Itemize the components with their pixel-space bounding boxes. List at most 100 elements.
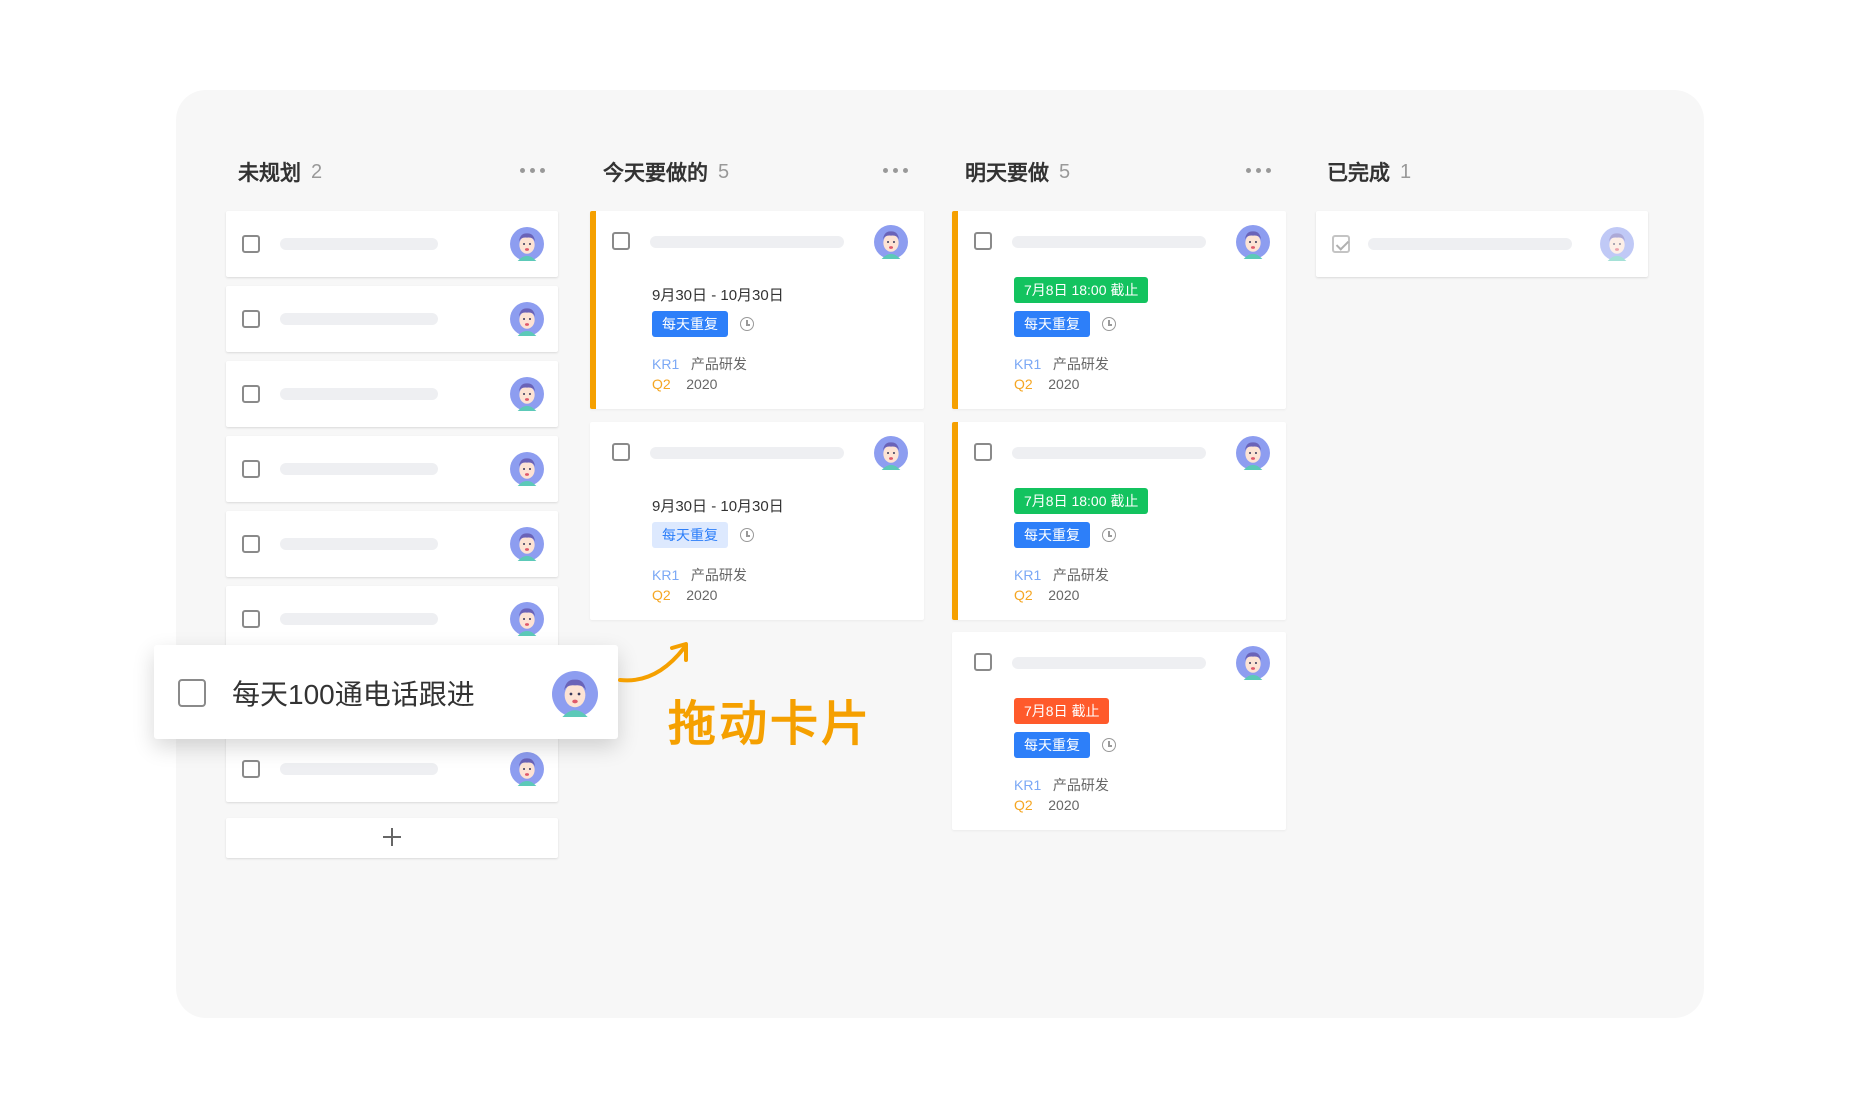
task-card[interactable] (226, 361, 558, 427)
clock-icon[interactable] (740, 528, 754, 542)
title-placeholder (280, 238, 438, 250)
plus-icon (383, 828, 401, 846)
task-card[interactable] (226, 211, 558, 277)
kr-value: 产品研发 (690, 567, 747, 583)
more-horizontal-icon[interactable] (883, 168, 909, 174)
clock-icon[interactable] (1102, 528, 1116, 542)
task-title: 每天100通电话跟进 (232, 679, 475, 710)
avatar-icon[interactable] (510, 377, 544, 411)
task-card-completed[interactable] (1316, 211, 1648, 277)
quarter-label: Q2 (652, 376, 671, 392)
checkbox-icon[interactable] (974, 232, 992, 250)
clock-icon[interactable] (1102, 738, 1116, 752)
quarter-row: Q2 2020 (652, 376, 717, 392)
checked-checkbox-icon[interactable] (1332, 235, 1350, 253)
task-card[interactable] (226, 736, 558, 802)
quarter-row: Q2 2020 (1014, 797, 1079, 813)
quarter-row: Q2 2020 (1014, 587, 1079, 603)
clock-icon[interactable] (1102, 317, 1116, 331)
checkbox-icon[interactable] (612, 232, 630, 250)
repeat-tag[interactable]: 每天重复 (1014, 522, 1090, 548)
avatar-icon[interactable] (510, 302, 544, 336)
year-value: 2020 (686, 587, 718, 603)
kr-label: KR1 (652, 356, 680, 372)
deadline-tag[interactable]: 7月8日 截止 (1014, 698, 1110, 724)
quarter-row: Q2 2020 (652, 587, 717, 603)
kr-label: KR1 (1014, 777, 1042, 793)
quarter-label: Q2 (1014, 587, 1033, 603)
task-card[interactable] (226, 511, 558, 577)
column-count: 5 (718, 160, 730, 183)
kr-row: KR1 产品研发 (1014, 354, 1109, 374)
task-card[interactable]: 9月30日 - 10月30日 每天重复 KR1 产品研发 Q2 2020 (590, 422, 924, 620)
task-card[interactable]: 7月8日 18:00 截止 每天重复 KR1 产品研发 Q2 2020 (952, 211, 1286, 409)
avatar-icon[interactable] (874, 436, 908, 470)
avatar-icon[interactable] (552, 671, 598, 717)
avatar-icon[interactable] (510, 452, 544, 486)
column-count: 5 (1059, 160, 1071, 183)
task-card[interactable] (226, 436, 558, 502)
column-header-today: 今天要做的 5 (603, 150, 729, 194)
title-placeholder (1012, 447, 1206, 459)
task-card[interactable]: 7月8日 截止 每天重复 KR1 产品研发 Q2 2020 (952, 632, 1286, 830)
title-placeholder (280, 388, 438, 400)
repeat-tag[interactable]: 每天重复 (652, 311, 728, 337)
quarter-row: Q2 2020 (1014, 376, 1079, 392)
title-placeholder (280, 463, 438, 475)
avatar-icon[interactable] (1236, 436, 1270, 470)
avatar-icon[interactable] (510, 752, 544, 786)
column-count: 1 (1400, 160, 1412, 183)
title-placeholder (280, 613, 438, 625)
drag-annotation: 拖动卡片 (668, 698, 873, 751)
checkbox-icon[interactable] (242, 535, 260, 553)
quarter-label: Q2 (1014, 797, 1033, 813)
column-title: 今天要做的 (603, 162, 708, 185)
date-range: 9月30日 - 10月30日 (652, 498, 784, 515)
avatar-icon[interactable] (510, 527, 544, 561)
more-horizontal-icon[interactable] (520, 168, 546, 174)
column-header-done: 已完成 1 (1327, 150, 1411, 194)
repeat-tag[interactable]: 每天重复 (1014, 732, 1090, 758)
column-title: 明天要做 (965, 162, 1049, 185)
avatar-icon[interactable] (1236, 225, 1270, 259)
avatar-icon[interactable] (510, 227, 544, 261)
title-placeholder (1012, 236, 1206, 248)
task-card[interactable] (226, 286, 558, 352)
avatar-icon[interactable] (1600, 227, 1634, 261)
more-horizontal-icon[interactable] (1246, 168, 1272, 174)
kr-value: 产品研发 (690, 356, 747, 372)
checkbox-icon[interactable] (242, 310, 260, 328)
checkbox-icon[interactable] (974, 653, 992, 671)
kr-row: KR1 产品研发 (1014, 565, 1109, 585)
kr-row: KR1 产品研发 (652, 354, 747, 374)
task-card[interactable] (226, 586, 558, 652)
column-header-unplanned: 未规划 2 (238, 150, 322, 194)
checkbox-icon[interactable] (242, 610, 260, 628)
deadline-tag[interactable]: 7月8日 18:00 截止 (1014, 488, 1149, 514)
checkbox-icon[interactable] (242, 460, 260, 478)
checkbox-icon[interactable] (974, 443, 992, 461)
kr-value: 产品研发 (1052, 356, 1109, 372)
kr-label: KR1 (1014, 567, 1042, 583)
column-title: 已完成 (1327, 162, 1390, 185)
title-placeholder (1368, 238, 1572, 250)
title-placeholder (650, 447, 844, 459)
deadline-tag[interactable]: 7月8日 18:00 截止 (1014, 277, 1149, 303)
checkbox-icon[interactable] (242, 235, 260, 253)
repeat-tag[interactable]: 每天重复 (652, 522, 728, 548)
avatar-icon[interactable] (510, 602, 544, 636)
add-task-button[interactable] (226, 818, 558, 858)
avatar-icon[interactable] (874, 225, 908, 259)
avatar-icon[interactable] (1236, 646, 1270, 680)
repeat-tag[interactable]: 每天重复 (1014, 311, 1090, 337)
task-card[interactable]: 7月8日 18:00 截止 每天重复 KR1 产品研发 Q2 2020 (952, 422, 1286, 620)
kr-value: 产品研发 (1052, 567, 1109, 583)
clock-icon[interactable] (740, 317, 754, 331)
dragging-task-card[interactable]: 每天100通电话跟进 (154, 645, 618, 739)
checkbox-icon[interactable] (242, 385, 260, 403)
checkbox-icon[interactable] (612, 443, 630, 461)
title-placeholder (1012, 657, 1206, 669)
checkbox-icon[interactable] (242, 760, 260, 778)
checkbox-icon[interactable] (178, 679, 206, 707)
task-card[interactable]: 9月30日 - 10月30日 每天重复 KR1 产品研发 Q2 2020 (590, 211, 924, 409)
